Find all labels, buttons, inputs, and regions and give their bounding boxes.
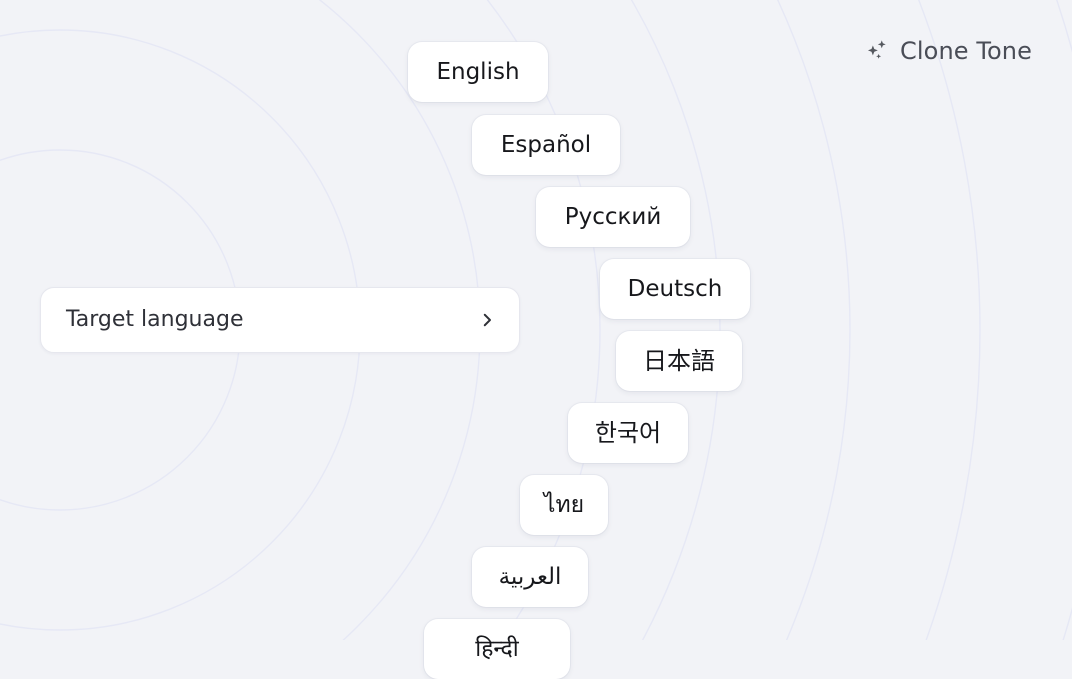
language-chip[interactable]: English <box>408 42 548 102</box>
chevron-right-icon[interactable] <box>478 311 496 329</box>
brand-label: Clone Tone <box>900 37 1032 65</box>
language-chip[interactable]: Deutsch <box>600 259 750 319</box>
language-chip[interactable]: हिन्दी <box>424 619 570 679</box>
language-chip[interactable]: العربية <box>472 547 588 607</box>
language-chip[interactable]: Español <box>472 115 620 175</box>
target-language-card[interactable]: Target language <box>40 287 520 353</box>
language-chip[interactable]: 한국어 <box>568 403 688 463</box>
language-chip[interactable]: ไทย <box>520 475 608 535</box>
language-chip[interactable]: 日本語 <box>616 331 742 391</box>
brand-header: Clone Tone <box>864 38 1032 64</box>
sparkles-icon <box>867 40 886 59</box>
language-chip[interactable]: Русский <box>536 187 690 247</box>
target-language-label: Target language <box>66 307 244 332</box>
